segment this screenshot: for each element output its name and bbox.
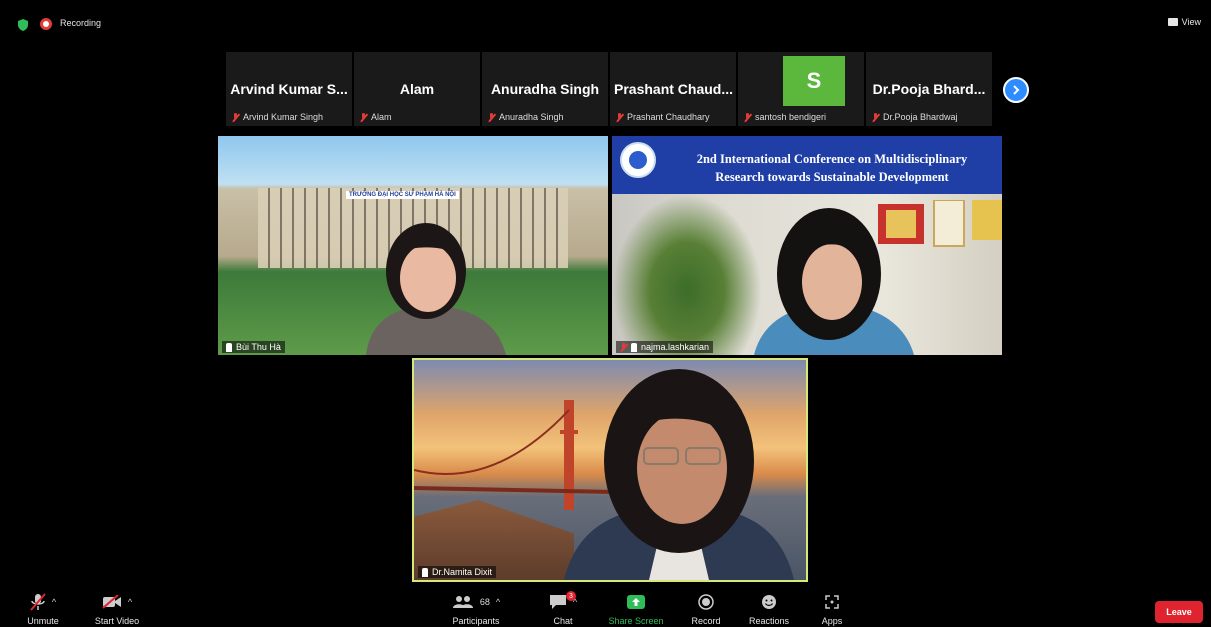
chat-button[interactable]: ^ 3 Chat: [528, 590, 598, 626]
participant-display-name: Alam: [399, 81, 435, 97]
participant-name: Dr.Pooja Bhardwaj: [883, 112, 958, 122]
next-page-button[interactable]: [1003, 77, 1029, 103]
chevron-up-icon[interactable]: ^: [128, 597, 132, 607]
reactions-label: Reactions: [748, 616, 790, 626]
avatar: S: [783, 56, 845, 106]
participant-display-name: Prashant Chaud...: [614, 81, 734, 97]
participant-name: Dr.Namita Dixit: [432, 567, 493, 577]
participant-name-tag: Dr.Pooja Bhardwaj: [872, 112, 958, 122]
chevron-right-icon: [1013, 85, 1020, 95]
banner-line-2: Research towards Sustainable Development: [715, 170, 949, 184]
leave-button[interactable]: Leave: [1155, 601, 1203, 623]
view-label: View: [1181, 17, 1201, 27]
participant-name: Arvind Kumar Singh: [243, 112, 324, 122]
start-video-button[interactable]: ^ Start Video: [82, 590, 152, 626]
participants-icon: [452, 596, 473, 608]
participant-display-name: Anuradha Singh: [490, 81, 600, 97]
mic-muted-icon: [616, 112, 623, 122]
pin-icon: [631, 342, 637, 352]
unmute-button[interactable]: ^ Unmute: [8, 590, 78, 626]
recording-icon: [40, 18, 52, 30]
mic-muted-icon: [232, 112, 239, 122]
video-off-icon: [102, 595, 121, 609]
mic-muted-icon: [30, 593, 46, 611]
participant-name-tag: Dr.Namita Dixit: [418, 566, 497, 578]
participant-tile[interactable]: Dr.Pooja Bhard... Dr.Pooja Bhardwaj: [866, 52, 992, 126]
banner-title: 2nd International Conference on Multidis…: [664, 150, 1000, 186]
participant-video: [754, 208, 914, 355]
chevron-up-icon[interactable]: ^: [496, 597, 500, 607]
participant-video: [564, 369, 794, 580]
grid-view-icon: [1167, 18, 1178, 26]
apps-label: Apps: [821, 616, 843, 626]
chevron-up-icon[interactable]: ^: [52, 597, 56, 607]
record-icon: [698, 594, 714, 610]
participant-display-name: Dr.Pooja Bhard...: [872, 81, 986, 97]
participants-count: 68: [479, 597, 490, 607]
participant-strip: Arvind Kumar S... Arvind Kumar Singh Ala…: [226, 52, 992, 126]
record-label: Record: [691, 616, 721, 626]
view-button[interactable]: View: [1167, 17, 1201, 27]
banner-line-1: 2nd International Conference on Multidis…: [696, 152, 968, 166]
participant-name-tag: Prashant Chaudhary: [616, 112, 710, 122]
participant-name: Bùi Thu Hà: [236, 342, 281, 352]
pin-icon: [422, 567, 428, 577]
conference-logo: [620, 142, 656, 178]
top-bar: Recording View: [0, 0, 1211, 48]
participant-display-name: Arvind Kumar S...: [230, 81, 348, 97]
participant-video: [366, 223, 506, 355]
share-screen-label: Share Screen: [608, 616, 664, 626]
participant-tile[interactable]: Alam Alam: [354, 52, 480, 126]
active-speaker-video[interactable]: Dr.Namita Dixit: [412, 358, 808, 582]
participant-name: Anuradha Singh: [499, 112, 564, 122]
participant-tile[interactable]: Prashant Chaud... Prashant Chaudhary: [610, 52, 736, 126]
reactions-icon: [762, 595, 776, 609]
recording-label: Recording: [60, 18, 102, 28]
participants-label: Participants: [452, 616, 500, 626]
record-button[interactable]: Record: [671, 590, 741, 626]
participants-button[interactable]: 68 ^ Participants: [441, 590, 511, 626]
participant-name-tag: santosh bendigeri: [744, 112, 826, 122]
meeting-toolbar: ^ Unmute ^ Start Video 68 ^ Participants…: [0, 590, 1211, 627]
shield-icon[interactable]: [18, 19, 28, 31]
share-screen-icon: [627, 595, 645, 609]
apps-icon: [825, 595, 839, 609]
video-tile[interactable]: 2nd International Conference on Multidis…: [612, 136, 1002, 355]
mic-muted-icon: [744, 112, 751, 122]
building-sign: TRƯỜNG ĐẠI HỌC SƯ PHẠM HÀ NỘI: [346, 191, 459, 199]
participant-name-tag: Arvind Kumar Singh: [232, 112, 323, 122]
participant-name-tag: najma.lashkarian: [616, 341, 714, 353]
participant-tile[interactable]: S santosh bendigeri: [738, 52, 864, 126]
mic-muted-icon: [620, 342, 627, 352]
share-screen-button[interactable]: Share Screen: [601, 590, 671, 626]
chat-badge: 3: [566, 591, 576, 601]
apps-button[interactable]: Apps: [797, 590, 867, 626]
video-tile[interactable]: TRƯỜNG ĐẠI HỌC SƯ PHẠM HÀ NỘI Bùi Thu Hà: [218, 136, 608, 355]
mic-muted-icon: [488, 112, 495, 122]
participant-name: santosh bendigeri: [755, 112, 827, 122]
participant-name-tag: Anuradha Singh: [488, 112, 564, 122]
participant-name-tag: Alam: [360, 112, 392, 122]
participant-tile[interactable]: Arvind Kumar S... Arvind Kumar Singh: [226, 52, 352, 126]
mic-muted-icon: [360, 112, 367, 122]
conference-banner: 2nd International Conference on Multidis…: [612, 136, 1002, 194]
unmute-label: Unmute: [27, 616, 59, 626]
chat-label: Chat: [553, 616, 573, 626]
participant-name: Alam: [371, 112, 392, 122]
mic-muted-icon: [872, 112, 879, 122]
participant-tile[interactable]: Anuradha Singh Anuradha Singh: [482, 52, 608, 126]
participant-name: najma.lashkarian: [641, 342, 710, 352]
participant-name: Prashant Chaudhary: [627, 112, 710, 122]
start-video-label: Start Video: [94, 616, 140, 626]
participant-name-tag: Bùi Thu Hà: [222, 341, 285, 353]
reactions-button[interactable]: Reactions: [734, 590, 804, 626]
chat-icon: [549, 595, 566, 609]
pin-icon: [226, 342, 232, 352]
